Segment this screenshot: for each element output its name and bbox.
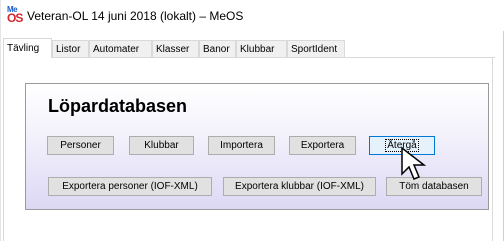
persons-button[interactable]: Personer (47, 136, 114, 155)
meos-app-icon: Me OS (7, 5, 23, 25)
tab-klasser[interactable]: Klasser (152, 40, 199, 57)
tab-automater[interactable]: Automater (89, 40, 152, 57)
export-clubs-iof-xml-button[interactable]: Exportera klubbar (IOF-XML) (223, 177, 376, 196)
export-button[interactable]: Exportera (289, 136, 356, 155)
tab-strip: Tävling Listor Automater Klasser Banor K… (1, 38, 504, 58)
tab-banor[interactable]: Banor (199, 40, 236, 57)
tab-tavling[interactable]: Tävling (3, 38, 52, 58)
clubs-button[interactable]: Klubbar (129, 136, 194, 155)
tab-sportident[interactable]: SportIdent (287, 40, 345, 57)
tab-listor[interactable]: Listor (52, 40, 89, 57)
export-persons-iof-xml-button[interactable]: Exportera personer (IOF-XML) (48, 177, 212, 196)
tab-klubbar[interactable]: Klubbar (236, 40, 287, 57)
import-button[interactable]: Importera (208, 136, 275, 155)
app-icon-os: OS (7, 11, 23, 25)
panel-heading: Löpardatabasen (48, 96, 188, 116)
mouse-pointer-icon (401, 146, 427, 180)
window-title: Veteran-OL 14 juni 2018 (lokalt) – MeOS (27, 9, 244, 23)
title-bar[interactable]: Me OS Veteran-OL 14 juni 2018 (lokalt) –… (1, 0, 504, 31)
app-window: Me OS Veteran-OL 14 juni 2018 (lokalt) –… (0, 0, 504, 241)
